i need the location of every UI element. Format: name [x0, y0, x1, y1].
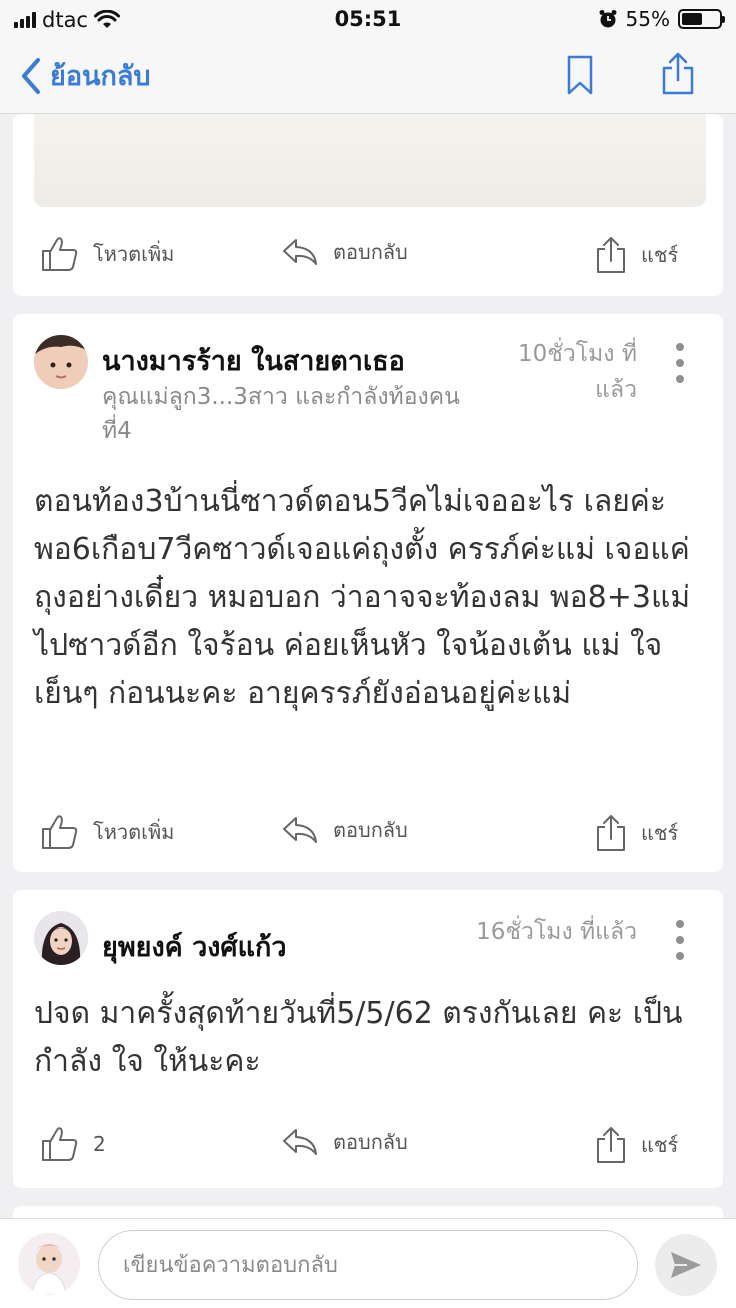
thumbs-up-icon [42, 237, 78, 271]
share-label: แชร์ [641, 243, 679, 267]
share-upload-icon[interactable] [660, 52, 696, 96]
reply-arrow-icon [283, 817, 317, 843]
back-button[interactable]: ย้อนกลับ [20, 54, 151, 97]
reply-button[interactable]: ตอบกลับ [281, 1126, 408, 1158]
battery-icon [678, 9, 725, 29]
like-button[interactable]: โหวตเพิ่ม [41, 236, 174, 272]
bookmark-icon[interactable] [566, 54, 594, 96]
like-button[interactable]: 2 [41, 1126, 106, 1162]
comment-time-line1: 10ชั่วโมง ที่ [517, 341, 637, 367]
like-count: 2 [93, 1132, 106, 1156]
share-icon [597, 237, 625, 273]
comment-actions: โหวตเพิ่ม ตอบกลับ แชร์ [13, 814, 723, 858]
reply-button[interactable]: ตอบกลับ [281, 814, 408, 846]
status-right: 55% [598, 7, 725, 31]
share-icon [597, 815, 625, 851]
share-label: แชร์ [641, 821, 679, 845]
comment-time-line2: แล้ว [595, 377, 637, 403]
like-label: โหวตเพิ่ม [93, 242, 175, 266]
comment-time: 10ชั่วโมง ที่ แล้ว [481, 336, 637, 408]
post-image [34, 114, 706, 207]
comment-body: ตอนท้อง3บ้านนี่ซาวด์ตอน5วีคไม่เจออะไร เล… [34, 484, 691, 711]
like-button[interactable]: โหวตเพิ่ม [41, 814, 174, 850]
reply-label: ตอบกลับ [333, 818, 408, 842]
reply-arrow-icon [283, 239, 317, 265]
thumbs-up-icon [42, 815, 78, 849]
send-icon [671, 1252, 701, 1278]
comment-time: 16ชั่วโมง ที่แล้ว [476, 919, 637, 945]
share-button[interactable]: แชร์ [595, 814, 678, 852]
chevron-left-icon [22, 57, 40, 94]
more-options-icon[interactable] [670, 343, 690, 383]
thumbs-up-icon [42, 1127, 78, 1161]
user-avatar[interactable] [18, 1233, 80, 1295]
status-bar: dtac 05:51 55% [0, 0, 736, 38]
comment-actions: 2 ตอบกลับ แชร์ [13, 1126, 723, 1170]
avatar[interactable] [34, 911, 88, 965]
comment-author-subtitle: คุณแม่ลูก3...3สาว และกำลังท้องคนที่4 [102, 384, 460, 444]
comment-card: นางมารร้าย ในสายตาเธอ คุณแม่ลูก3...3สาว … [13, 314, 723, 872]
reply-bar [0, 1218, 736, 1308]
share-button[interactable]: แชร์ [595, 236, 678, 274]
like-label: โหวตเพิ่ม [93, 820, 175, 844]
send-button[interactable] [655, 1234, 717, 1296]
reply-label: ตอบกลับ [333, 240, 408, 264]
reply-button[interactable]: ตอบกลับ [281, 236, 408, 268]
alarm-icon [599, 10, 617, 28]
share-label: แชร์ [641, 1133, 679, 1157]
reply-label: ตอบกลับ [333, 1130, 408, 1154]
previous-post-card: โหวตเพิ่ม ตอบกลับ แชร์ [13, 114, 723, 296]
back-label: ย้อนกลับ [50, 61, 151, 92]
comment-body: ปจด มาครั้งสุดท้ายวันที่5/5/62 ตรงกันเลย… [34, 996, 683, 1079]
comment-author[interactable]: นางมารร้าย ในสายตาเธอ [102, 339, 405, 382]
share-icon [597, 1127, 625, 1163]
comment-author[interactable]: ยุพยงค์ วงศ์แก้ว [102, 925, 286, 968]
reply-arrow-icon [283, 1129, 317, 1155]
avatar[interactable] [34, 335, 88, 389]
share-button[interactable]: แชร์ [595, 1126, 678, 1164]
reply-input[interactable] [98, 1230, 638, 1300]
post-actions: โหวตเพิ่ม ตอบกลับ แชร์ [13, 236, 723, 280]
nav-bar: ย้อนกลับ [0, 38, 736, 114]
battery-percent: 55% [625, 7, 670, 31]
comment-card: ยุพยงค์ วงศ์แก้ว 16ชั่วโมง ที่แล้ว ปจด ม… [13, 890, 723, 1188]
more-options-icon[interactable] [670, 920, 690, 960]
